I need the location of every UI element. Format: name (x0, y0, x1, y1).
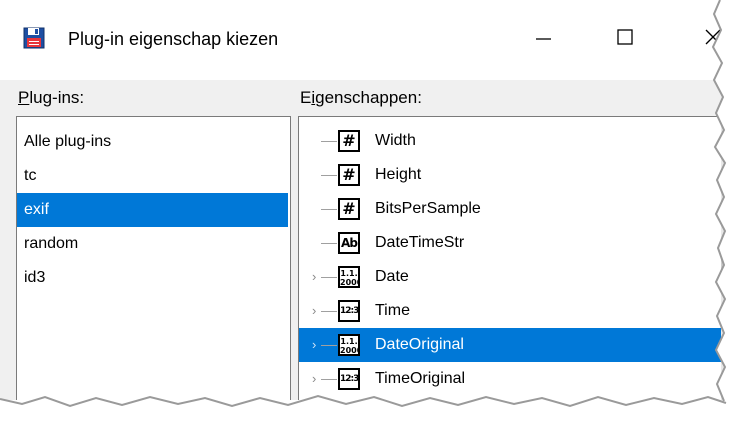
torn-edge-overlay (0, 0, 752, 431)
